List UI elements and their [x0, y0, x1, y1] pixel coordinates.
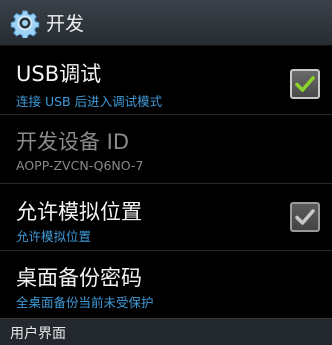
pref-usb-debugging[interactable]: USB调试 连接 USB 后进入调试模式 — [0, 47, 332, 115]
pref-usb-debugging-title: USB调试 — [16, 62, 102, 86]
checkmark-icon — [295, 76, 315, 92]
pref-mock-locations-summary: 允许模拟位置 — [16, 229, 92, 244]
pref-device-id: 开发设备 ID AOPP-ZVCN-Q6NO-7 — [0, 116, 332, 184]
usb-debugging-checkbox[interactable] — [290, 69, 320, 99]
pref-backup-password-title: 桌面备份密码 — [16, 266, 142, 290]
developer-options-screen: 开发 USB调试 连接 USB 后进入调试模式 开发设备 ID AOPP-ZVC… — [0, 0, 332, 345]
pref-mock-locations-title: 允许模拟位置 — [16, 200, 142, 224]
page-title: 开发 — [46, 13, 85, 35]
checkmark-icon — [295, 209, 315, 225]
pref-device-id-title: 开发设备 ID — [16, 130, 130, 154]
pref-backup-password[interactable]: 桌面备份密码 全桌面备份当前未受保护 — [0, 252, 332, 318]
settings-gear-icon[interactable] — [10, 8, 40, 38]
pref-usb-debugging-summary: 连接 USB 后进入调试模式 — [16, 94, 163, 109]
pref-backup-password-summary: 全桌面备份当前未受保护 — [16, 295, 154, 310]
pref-mock-locations[interactable]: 允许模拟位置 允许模拟位置 — [0, 185, 332, 251]
pref-device-id-summary: AOPP-ZVCN-Q6NO-7 — [16, 158, 144, 173]
mock-locations-checkbox[interactable] — [290, 202, 320, 232]
section-header-label: 用户界面 — [10, 326, 66, 342]
section-header-user-interface: 用户界面 — [0, 318, 332, 345]
action-bar: 开发 — [0, 0, 332, 46]
